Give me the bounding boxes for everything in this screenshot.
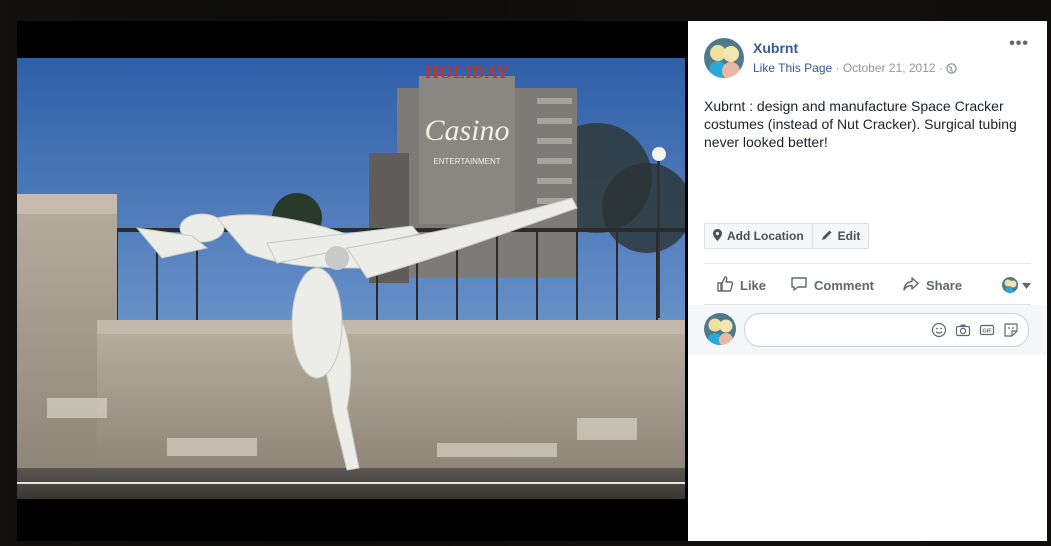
like-button[interactable]: Like (716, 275, 766, 296)
speech-bubble-icon (790, 275, 808, 296)
edit-button[interactable]: Edit (811, 224, 869, 248)
post-panel: Xubrnt Like This Page · October 21, 2012… (688, 21, 1047, 541)
chevron-down-icon (1022, 276, 1031, 294)
sign-entertainment-text: ENTERTAINMENT (433, 157, 500, 166)
share-label: Share (925, 277, 963, 293)
reaction-audience-selector[interactable] (1002, 276, 1031, 294)
page-avatar[interactable] (704, 38, 744, 78)
globe-icon[interactable] (946, 63, 957, 77)
gif-icon[interactable]: GIF (978, 321, 996, 339)
pencil-icon (821, 229, 833, 244)
post-tag-buttons: Add Location Edit (704, 223, 870, 249)
comment-composer: GIF (688, 305, 1047, 355)
page-name-link[interactable]: Xubrnt (753, 40, 798, 56)
more-options-button[interactable]: ••• (1009, 35, 1029, 53)
post-actions: Like Comment Share (704, 268, 1031, 302)
profile-thumbnail (1002, 277, 1018, 293)
svg-text:GIF: GIF (982, 329, 992, 335)
comment-button[interactable]: Comment (790, 275, 874, 296)
post-date[interactable]: October 21, 2012 (843, 61, 936, 75)
like-label: Like (740, 277, 767, 293)
add-location-button[interactable]: Add Location (705, 224, 812, 248)
photo-image: HOLIDAY Casino ENTERTAINMENT (17, 58, 685, 499)
comment-input-icons: GIF (930, 321, 1020, 339)
share-button[interactable]: Share (902, 275, 962, 296)
post-photo[interactable]: HOLIDAY Casino ENTERTAINMENT (17, 58, 685, 499)
meta-separator-2: · (935, 61, 947, 75)
commenter-avatar[interactable] (704, 313, 736, 345)
divider-top (704, 263, 1031, 264)
post-meta: Like This Page · October 21, 2012 · (753, 61, 957, 77)
photo-stage: HOLIDAY Casino ENTERTAINMENT (17, 21, 688, 541)
sign-casino-text: Casino (424, 114, 509, 147)
comment-input-box[interactable]: GIF (744, 313, 1029, 347)
sign-holiday-text: HOLIDAY (425, 62, 509, 82)
meta-separator: · (832, 61, 843, 75)
like-page-link[interactable]: Like This Page (753, 61, 832, 75)
edit-label: Edit (837, 229, 861, 243)
camera-icon[interactable] (954, 321, 972, 339)
location-pin-icon (713, 228, 722, 244)
sticker-icon[interactable] (1002, 321, 1020, 339)
post-text: Xubrnt : design and manufacture Space Cr… (704, 98, 1017, 150)
comment-input[interactable] (757, 320, 921, 340)
share-arrow-icon (902, 275, 920, 296)
thumbs-up-icon (716, 275, 734, 296)
add-location-label: Add Location (727, 229, 804, 243)
emoji-icon[interactable] (930, 321, 948, 339)
comment-label: Comment (814, 277, 874, 293)
